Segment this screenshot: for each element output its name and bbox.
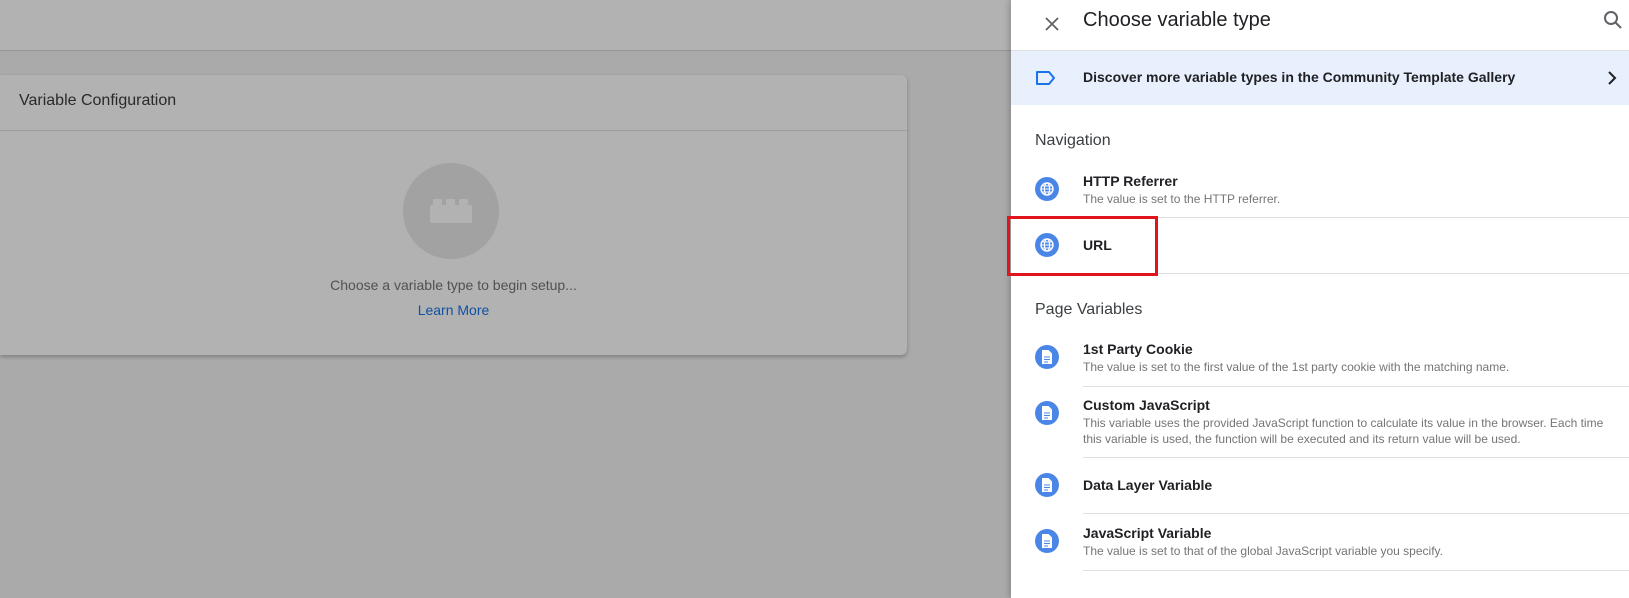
document-icon: [1035, 401, 1059, 425]
item-divider: [1083, 457, 1629, 458]
variable-item-javascript-variable[interactable]: JavaScript Variable The value is set to …: [1011, 515, 1629, 571]
panel-header: Choose variable type: [1011, 0, 1629, 51]
search-icon: [1604, 11, 1622, 29]
tag-icon: [1036, 71, 1055, 85]
globe-icon: [1035, 233, 1059, 257]
variable-item-http-referrer[interactable]: HTTP Referrer The value is set to the HT…: [1011, 163, 1629, 218]
community-template-gallery-banner[interactable]: Discover more variable types in the Comm…: [1011, 51, 1629, 105]
document-icon: [1035, 473, 1059, 497]
variable-item-url[interactable]: URL: [1011, 219, 1629, 274]
variable-item-description: This variable uses the provided JavaScri…: [1083, 416, 1604, 446]
search-button[interactable]: [1597, 4, 1629, 36]
workspace-background: Variable Configuration Choose a variable…: [0, 0, 1011, 598]
variable-item-1st-party-cookie[interactable]: 1st Party Cookie The value is set to the…: [1011, 331, 1629, 387]
item-divider: [1083, 273, 1629, 274]
chevron-right-icon: [1608, 71, 1617, 85]
variable-item-title: 1st Party Cookie: [1083, 341, 1193, 357]
variable-item-title: Data Layer Variable: [1083, 477, 1213, 493]
close-button[interactable]: [1035, 7, 1069, 41]
section-header-page-variables: Page Variables: [1035, 301, 1143, 318]
item-divider: [1083, 570, 1629, 571]
variable-item-title: URL: [1083, 237, 1112, 253]
variable-item-description: The value is set to the first value of t…: [1083, 360, 1510, 374]
gallery-banner-label: Discover more variable types in the Comm…: [1083, 69, 1516, 85]
variable-item-title: JavaScript Variable: [1083, 525, 1212, 541]
variable-item-description: The value is set to that of the global J…: [1083, 544, 1443, 558]
document-icon: [1035, 345, 1059, 369]
document-icon: [1035, 529, 1059, 553]
choose-variable-type-panel: Choose variable type Discover more varia…: [1011, 0, 1629, 598]
globe-icon: [1035, 177, 1059, 201]
variable-item-custom-javascript[interactable]: Custom JavaScript This variable uses the…: [1011, 387, 1629, 458]
item-divider: [1083, 217, 1629, 218]
variable-item-description: The value is set to the HTTP referrer.: [1083, 192, 1281, 206]
variable-item-data-layer-variable[interactable]: Data Layer Variable: [1011, 459, 1629, 514]
section-header-navigation: Navigation: [1035, 132, 1111, 149]
variable-item-title: HTTP Referrer: [1083, 173, 1178, 189]
modal-scrim[interactable]: [0, 0, 1011, 598]
close-icon: [1045, 17, 1059, 31]
item-divider: [1083, 513, 1629, 514]
panel-title: Choose variable type: [1083, 9, 1271, 31]
variable-item-title: Custom JavaScript: [1083, 397, 1210, 413]
